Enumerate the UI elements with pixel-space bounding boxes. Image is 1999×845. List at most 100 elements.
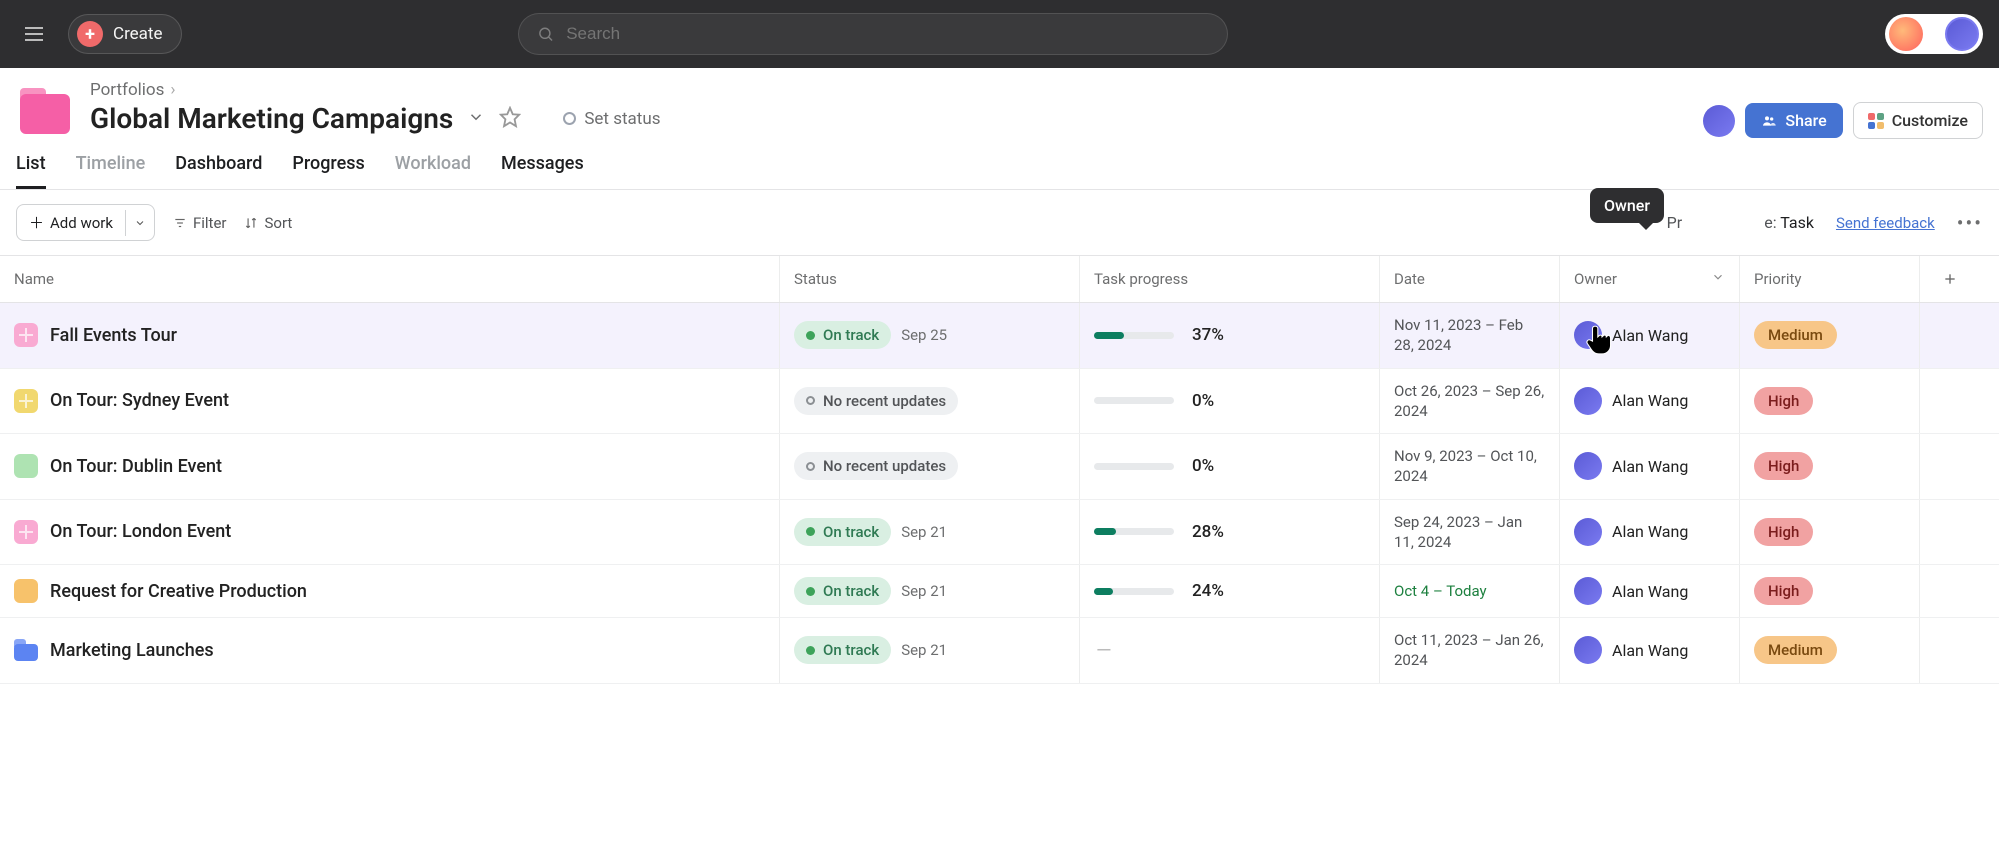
breadcrumb[interactable]: Portfolios › (90, 80, 661, 100)
cell-owner[interactable]: Alan Wang (1560, 618, 1740, 683)
add-work-button[interactable]: ＋Add work (16, 204, 155, 241)
cell-progress[interactable]: 0% (1080, 434, 1380, 499)
tab-messages[interactable]: Messages (501, 153, 584, 189)
user-avatar[interactable] (1945, 17, 1979, 51)
upgrade-pill[interactable] (1885, 14, 1983, 54)
cell-date[interactable]: Nov 9, 2023 – Oct 10, 2024 (1380, 434, 1560, 499)
set-status-button[interactable]: Set status (563, 109, 660, 129)
filter-button[interactable]: Filter (173, 214, 227, 232)
cell-progress[interactable]: — (1080, 618, 1380, 683)
create-label: Create (113, 24, 163, 44)
col-name[interactable]: Name (0, 256, 780, 302)
search-icon (537, 25, 554, 43)
cell-name[interactable]: Marketing Launches (0, 618, 780, 683)
col-date[interactable]: Date (1380, 256, 1560, 302)
cell-status[interactable]: No recent updates (780, 369, 1080, 434)
toolbar-right: Pr ogress typ e: Task Send feedback ••• (1667, 211, 1983, 235)
cell-name[interactable]: Fall Events Tour (0, 303, 780, 368)
cell-owner[interactable]: Alan Wang (1560, 500, 1740, 565)
col-owner[interactable]: Owner (1560, 256, 1740, 302)
status-dot-icon (806, 527, 815, 536)
plus-icon (1942, 271, 1958, 287)
owner-name: Alan Wang (1612, 641, 1688, 660)
tab-workload[interactable]: Workload (395, 153, 471, 189)
chevron-down-icon (134, 217, 146, 229)
cell-status[interactable]: On trackSep 21 (780, 500, 1080, 565)
breadcrumb-root[interactable]: Portfolios (90, 80, 164, 100)
cell-date[interactable]: Nov 11, 2023 – Feb 28, 2024 (1380, 303, 1560, 368)
customize-button[interactable]: Customize (1853, 102, 1983, 139)
tab-progress[interactable]: Progress (292, 153, 364, 189)
search-field[interactable] (518, 13, 1228, 55)
tab-list[interactable]: List (16, 153, 46, 189)
create-button[interactable]: + Create (68, 14, 182, 54)
cell-priority[interactable]: Medium (1740, 303, 1920, 368)
owner-name: Alan Wang (1612, 391, 1688, 410)
table-row[interactable]: Marketing LaunchesOn trackSep 21—Oct 11,… (0, 618, 1999, 684)
member-avatar[interactable] (1703, 105, 1735, 137)
cell-name[interactable]: Request for Creative Production (0, 565, 780, 617)
cell-progress[interactable]: 37% (1080, 303, 1380, 368)
plus-icon: ＋ (29, 212, 44, 233)
cell-status[interactable]: On trackSep 21 (780, 565, 1080, 617)
portfolio-title[interactable]: Global Marketing Campaigns (90, 102, 453, 135)
cell-name[interactable]: On Tour: London Event (0, 500, 780, 565)
tab-dashboard[interactable]: Dashboard (175, 153, 262, 189)
cell-trailing (1920, 618, 1980, 683)
cell-progress[interactable]: 24% (1080, 565, 1380, 617)
set-status-label: Set status (584, 109, 660, 129)
table-row[interactable]: Fall Events TourOn trackSep 2537%Nov 11,… (0, 303, 1999, 369)
cell-progress[interactable]: 28% (1080, 500, 1380, 565)
cell-date[interactable]: Oct 4 – Today (1380, 565, 1560, 617)
cell-priority[interactable]: Medium (1740, 618, 1920, 683)
cell-date[interactable]: Oct 26, 2023 – Sep 26, 2024 (1380, 369, 1560, 434)
status-chip: On track (794, 636, 891, 664)
cell-date[interactable]: Sep 24, 2023 – Jan 11, 2024 (1380, 500, 1560, 565)
cell-owner[interactable]: Alan Wang (1560, 303, 1740, 368)
col-status[interactable]: Status (780, 256, 1080, 302)
cell-owner[interactable]: Alan Wang (1560, 369, 1740, 434)
more-actions-button[interactable]: ••• (1957, 211, 1983, 235)
favorite-button[interactable] (499, 106, 521, 132)
customize-icon (1868, 113, 1884, 129)
cell-priority[interactable]: High (1740, 369, 1920, 434)
progress-bar: 24% (1094, 581, 1365, 601)
share-button[interactable]: Share (1745, 103, 1842, 138)
add-work-dropdown[interactable] (125, 210, 154, 236)
cell-status[interactable]: No recent updates (780, 434, 1080, 499)
cell-priority[interactable]: High (1740, 434, 1920, 499)
title-menu-button[interactable] (467, 108, 485, 130)
cell-owner[interactable]: Alan Wang (1560, 434, 1740, 499)
table-row[interactable]: Request for Creative ProductionOn trackS… (0, 565, 1999, 618)
cell-date[interactable]: Oct 11, 2023 – Jan 26, 2024 (1380, 618, 1560, 683)
priority-chip: High (1754, 452, 1813, 480)
add-column-button[interactable] (1920, 256, 1980, 302)
menu-toggle[interactable] (16, 16, 52, 52)
chevron-down-icon (1711, 270, 1725, 288)
table-row[interactable]: On Tour: Sydney EventNo recent updates 0%… (0, 369, 1999, 435)
progress-bar: 0% (1094, 391, 1365, 411)
send-feedback-link[interactable]: Send feedback (1836, 214, 1935, 232)
cell-progress[interactable]: 0% (1080, 369, 1380, 434)
cell-status[interactable]: On trackSep 25 (780, 303, 1080, 368)
cell-name[interactable]: On Tour: Dublin Event (0, 434, 780, 499)
cell-priority[interactable]: High (1740, 500, 1920, 565)
cell-owner[interactable]: Alan Wang (1560, 565, 1740, 617)
cell-priority[interactable]: High (1740, 565, 1920, 617)
cell-name[interactable]: On Tour: Sydney Event (0, 369, 780, 434)
status-dot-icon (806, 646, 815, 655)
sort-label: Sort (264, 214, 292, 232)
progress-type-selector[interactable]: Pr ogress typ e: Task (1667, 213, 1814, 232)
search-input[interactable] (566, 24, 1209, 44)
portfolio-header: Portfolios › Global Marketing Campaigns … (0, 68, 1999, 139)
table-row[interactable]: On Tour: London EventOn trackSep 2128%Se… (0, 500, 1999, 566)
col-priority[interactable]: Priority (1740, 256, 1920, 302)
cell-status[interactable]: On trackSep 21 (780, 618, 1080, 683)
col-task-progress[interactable]: Task progress (1080, 256, 1380, 302)
view-tabs: List Timeline Dashboard Progress Workloa… (0, 139, 1999, 190)
table-row[interactable]: On Tour: Dublin EventNo recent updates0%… (0, 434, 1999, 500)
tab-timeline[interactable]: Timeline (76, 153, 146, 189)
col-owner-label: Owner (1574, 270, 1617, 288)
owner-name: Alan Wang (1612, 582, 1688, 601)
sort-button[interactable]: Sort (244, 214, 292, 232)
